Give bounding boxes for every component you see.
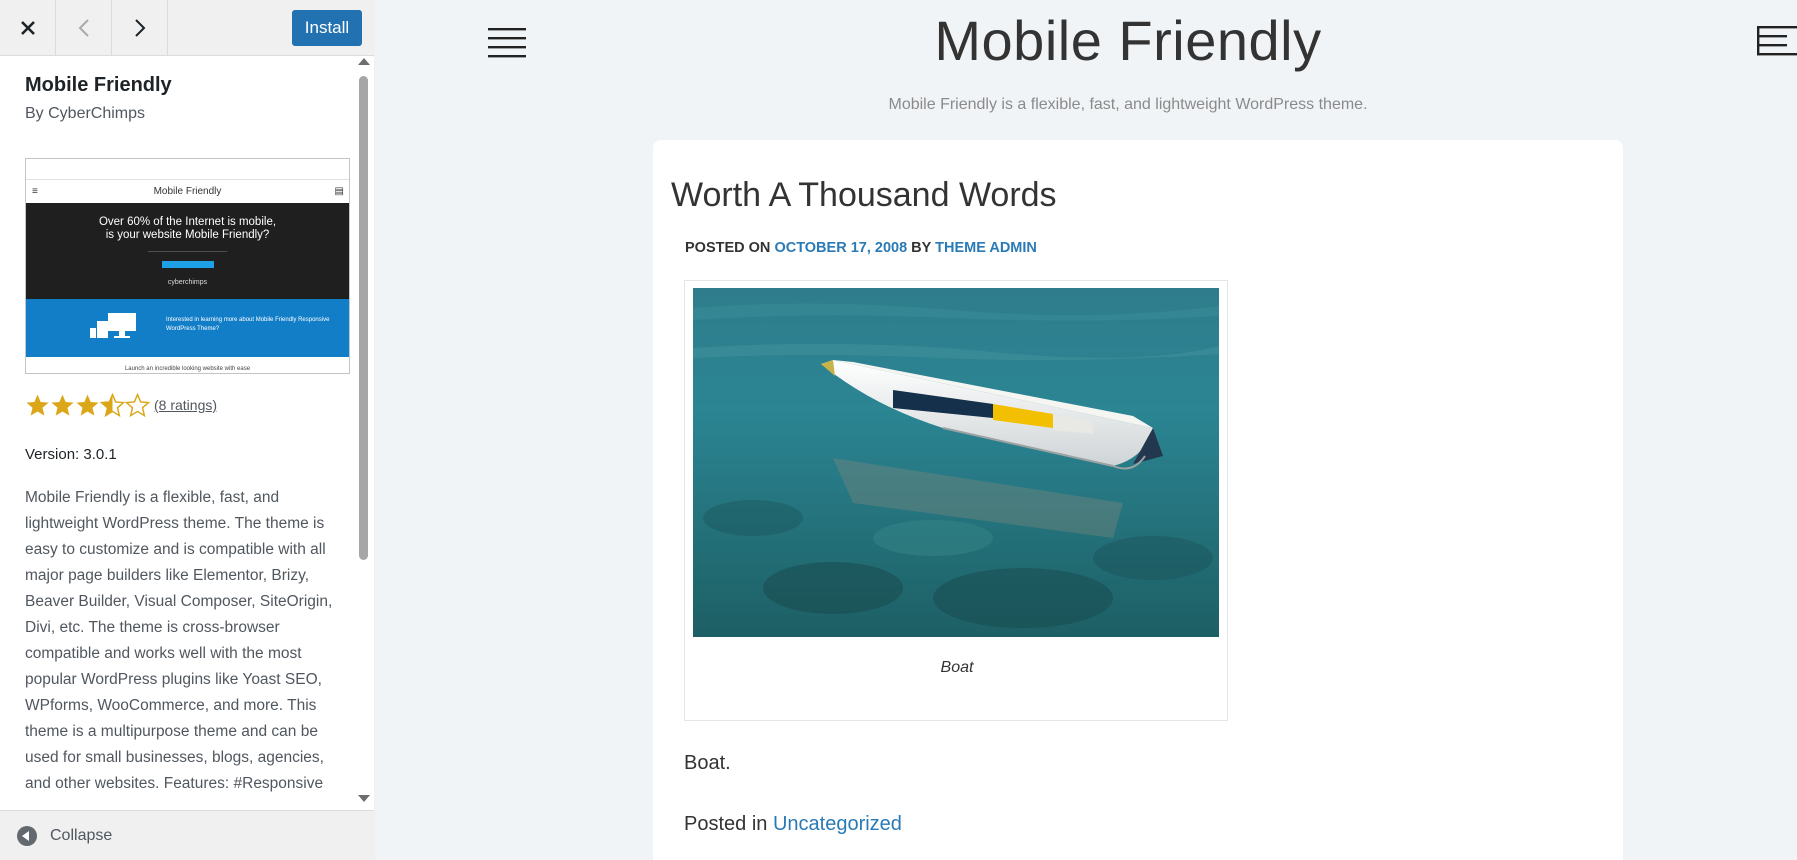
post-meta-prefix: POSTED ON xyxy=(685,240,775,256)
post-figure: Boat xyxy=(684,280,1228,721)
post-category-prefix: Posted in xyxy=(684,813,773,835)
chevron-left-icon xyxy=(78,19,89,37)
post-author-link[interactable]: THEME ADMIN xyxy=(935,240,1037,256)
theme-screenshot: ≡ Mobile Friendly ▤ Over 60% of the Inte… xyxy=(25,158,350,374)
star-full-icon xyxy=(26,394,49,416)
previous-theme-button[interactable] xyxy=(56,0,112,56)
collapse-label: Collapse xyxy=(50,826,113,844)
post-meta: POSTED ON OCTOBER 17, 2008 BY THEME ADMI… xyxy=(685,240,1037,256)
close-button[interactable] xyxy=(0,0,56,56)
category-link[interactable]: Uncategorized xyxy=(773,813,902,835)
install-button[interactable]: Install xyxy=(292,10,362,46)
theme-preview: Mobile Friendly Mobile Friendly is a fle… xyxy=(375,0,1797,860)
post-body: Boat. xyxy=(684,752,731,774)
devices-icon xyxy=(90,313,136,338)
post-meta-by: BY xyxy=(907,240,936,256)
scroll-down-arrow-icon[interactable] xyxy=(358,795,370,802)
theme-version: Version: 3.0.1 xyxy=(25,446,117,463)
scrollbar-thumb[interactable] xyxy=(359,76,368,560)
theme-info: Mobile Friendly By CyberChimps ≡ Mobile … xyxy=(25,74,350,792)
post-date-link[interactable]: OCTOBER 17, 2008 xyxy=(774,240,907,256)
thumbnail-blue-text-1: Interested in learning more about Mobile… xyxy=(166,317,330,323)
thumbnail-headline-2: is your website Mobile Friendly? xyxy=(105,229,270,241)
theme-author: By CyberChimps xyxy=(25,105,146,122)
post-article: Worth A Thousand Words POSTED ON OCTOBER… xyxy=(653,140,1623,860)
site-title[interactable]: Mobile Friendly xyxy=(375,8,1797,73)
thumbnail-bottom-text: Launch an incredible looking website wit… xyxy=(26,357,349,373)
figure-caption: Boat xyxy=(940,659,974,676)
site-tagline: Mobile Friendly is a flexible, fast, and… xyxy=(888,96,1368,113)
post-category: Posted in Uncategorized xyxy=(684,813,902,836)
thumbnail-header: ≡ Mobile Friendly ▤ xyxy=(26,179,349,203)
close-icon xyxy=(20,21,35,35)
sidebar-scroll-area: Mobile Friendly By CyberChimps ≡ Mobile … xyxy=(0,56,374,810)
sidebar-menu-icon[interactable] xyxy=(1757,26,1797,58)
collapse-icon xyxy=(17,825,37,846)
ratings-count-link[interactable]: (8 ratings) xyxy=(154,397,217,413)
theme-details-sidebar: Install Mobile Friendly By CyberChimps ≡… xyxy=(0,0,374,860)
sidebar-header: Install xyxy=(0,0,374,56)
thumbnail-hero: Over 60% of the Internet is mobile, is y… xyxy=(26,203,349,299)
star-half-icon xyxy=(100,392,125,417)
sidebar-scrollbar[interactable] xyxy=(356,56,372,810)
thumbnail-headline-1: Over 60% of the Internet is mobile, xyxy=(98,216,277,228)
thumbnail-blue-text-2: WordPress Theme? xyxy=(166,326,220,332)
next-theme-button[interactable] xyxy=(112,0,168,56)
boat-image xyxy=(693,288,1219,637)
post-title[interactable]: Worth A Thousand Words xyxy=(671,176,1057,215)
thumbnail-menu-icon: ≡ xyxy=(32,186,38,197)
theme-name: Mobile Friendly xyxy=(25,74,172,96)
star-empty-icon xyxy=(125,392,150,417)
thumbnail-download-button xyxy=(161,261,214,268)
star-full-icon xyxy=(51,394,74,416)
collapse-button[interactable]: Collapse xyxy=(0,810,374,860)
theme-description: Mobile Friendly is a flexible, fast, and… xyxy=(25,489,333,792)
theme-rating: (8 ratings) xyxy=(25,392,217,418)
chevron-right-icon xyxy=(134,19,145,37)
star-full-icon xyxy=(76,394,99,416)
thumbnail-title: Mobile Friendly xyxy=(153,186,222,197)
thumbnail-menu-right-icon: ▤ xyxy=(334,186,344,197)
scroll-up-arrow-icon[interactable] xyxy=(358,58,370,65)
thumbnail-logo: cyberchimps xyxy=(167,279,208,286)
thumbnail-blue-band: Interested in learning more about Mobile… xyxy=(26,299,349,357)
